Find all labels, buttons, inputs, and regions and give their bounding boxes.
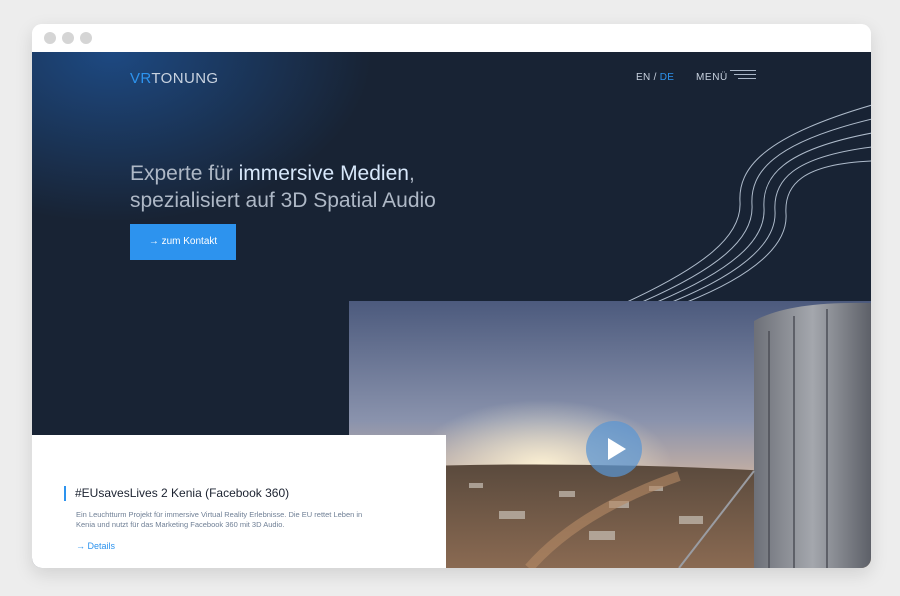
lang-separator: / xyxy=(653,72,657,83)
window-minimize-dot[interactable] xyxy=(62,32,74,44)
project-description: Ein Leuchtturm Projekt für immersive Vir… xyxy=(76,510,363,529)
lang-de-link[interactable]: DE xyxy=(660,72,675,83)
contact-button-label: zum Kontakt xyxy=(161,236,218,247)
play-icon xyxy=(608,438,626,460)
hero-line-1: Experte für immersive Medien, xyxy=(130,160,436,187)
browser-toolbar xyxy=(32,24,871,52)
project-title: #EUsavesLives 2 Kenia (Facebook 360) xyxy=(64,486,289,501)
hamburger-icon[interactable] xyxy=(730,70,756,80)
arrow-right-icon: → xyxy=(76,541,85,551)
website-viewport: VRTONUNG EN / DE MENÜ Experte für immers… xyxy=(32,52,871,568)
logo-accent: VR xyxy=(130,70,152,87)
hero-headline: Experte für immersive Medien, spezialisi… xyxy=(130,160,436,214)
arrow-right-icon: → xyxy=(148,236,159,247)
lang-en-link[interactable]: EN xyxy=(636,72,651,83)
project-card: #EUsavesLives 2 Kenia (Facebook 360) Ein… xyxy=(32,435,446,568)
site-logo[interactable]: VRTONUNG xyxy=(130,70,219,87)
browser-window: VRTONUNG EN / DE MENÜ Experte für immers… xyxy=(32,24,871,568)
window-close-dot[interactable] xyxy=(44,32,56,44)
window-maximize-dot[interactable] xyxy=(80,32,92,44)
menu-button[interactable]: MENÜ xyxy=(696,72,728,83)
language-switcher: EN / DE xyxy=(636,72,674,83)
details-link-label: Details xyxy=(87,541,116,551)
decorative-waves xyxy=(626,104,871,303)
hero-comma: , xyxy=(408,162,415,185)
hero-text-plain: Experte für xyxy=(130,162,239,185)
hero-line-2: spezialisiert auf 3D Spatial Audio xyxy=(130,189,436,212)
hero-highlight: immersive Medien xyxy=(238,162,409,185)
details-link[interactable]: → Details xyxy=(76,541,115,551)
contact-button[interactable]: → zum Kontakt xyxy=(130,224,236,260)
logo-text: TONUNG xyxy=(151,70,219,87)
play-button[interactable] xyxy=(586,421,642,477)
